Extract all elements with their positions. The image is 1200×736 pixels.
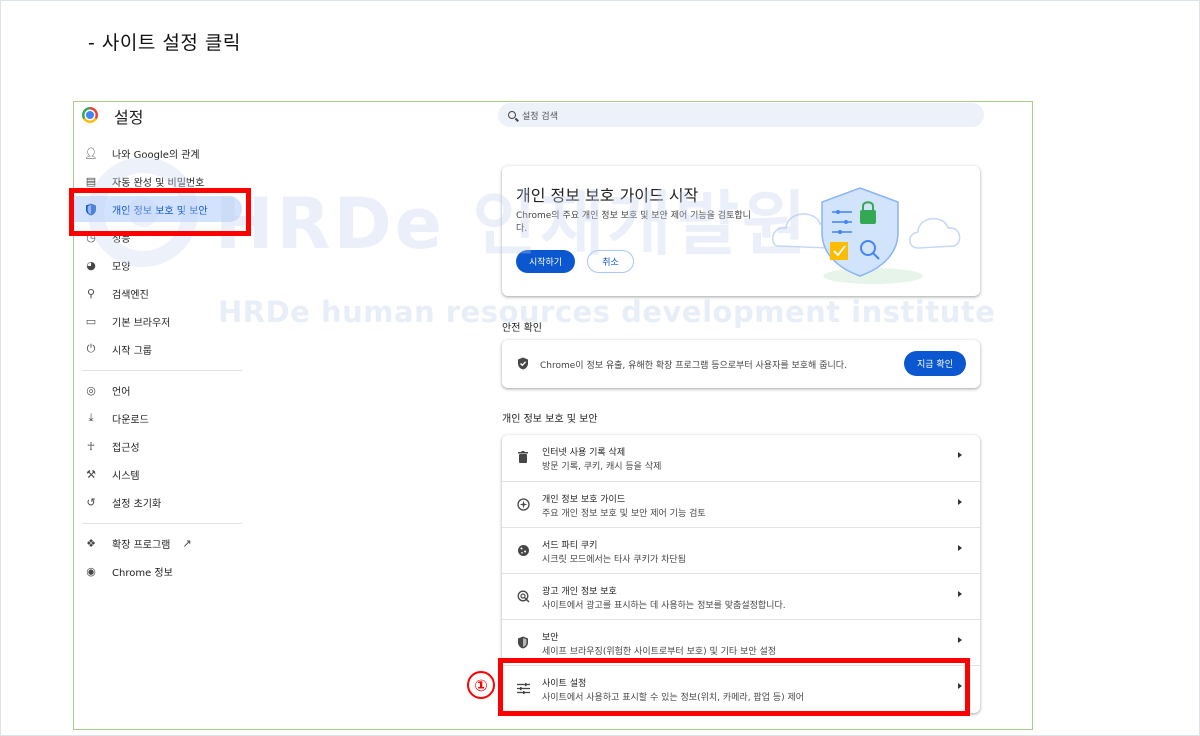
restore-icon: ↺	[86, 495, 96, 509]
row-title: 광고 개인 정보 보호	[542, 587, 617, 597]
highlight-privacy-nav	[69, 188, 251, 236]
row-subtitle: 사이트에서 광고를 표시하는 데 사용하는 정보를 맞춤설정합니다.	[542, 601, 786, 611]
compass-icon	[516, 497, 530, 511]
sidebar-item-label: 시작 그룹	[112, 345, 152, 357]
row-title: 인터넷 사용 기록 삭제	[542, 448, 626, 458]
sidebar-item-label: 다운로드	[112, 414, 149, 426]
cookie-icon	[516, 543, 530, 557]
browser-icon: ▭	[85, 314, 97, 328]
ad-privacy-icon	[516, 589, 530, 603]
sidebar-item-label: 검색엔진	[112, 289, 149, 301]
accessibility-icon: ☥	[86, 439, 96, 453]
chevron-right-icon	[958, 545, 962, 551]
row-title: 보안	[542, 633, 559, 643]
step-number-badge: ①	[467, 671, 495, 699]
sidebar-item-label: 언어	[112, 386, 131, 398]
highlight-site-settings	[498, 658, 970, 716]
privacy-row-guide[interactable]: 개인 정보 보호 가이드 주요 개인 정보 보호 및 보안 제어 기능 검토	[502, 481, 980, 527]
sidebar-item-accessibility[interactable]: ☥ 접근성	[74, 433, 242, 459]
page-title: 설정	[114, 108, 144, 127]
search-placeholder: 설정 검색	[522, 111, 558, 122]
wrench-icon: ⚒	[86, 467, 96, 481]
globe-icon: ◎	[86, 383, 96, 397]
sidebar-item-system[interactable]: ⚒ 시스템	[74, 461, 242, 487]
puzzle-icon: ❖	[86, 536, 96, 550]
shield-check-icon	[517, 357, 529, 373]
sidebar-item-default-browser[interactable]: ▭ 기본 브라우저	[74, 308, 242, 334]
chrome-icon: ◉	[86, 564, 96, 578]
watermark-sub: HRDe human resources development institu…	[218, 295, 996, 329]
sidebar-item-label: 접근성	[112, 442, 140, 454]
power-icon: ⏻	[86, 342, 96, 355]
row-subtitle: 주요 개인 정보 보호 및 보안 제어 기능 검토	[542, 509, 706, 519]
sidebar-item-label: 확장 프로그램	[112, 539, 171, 551]
download-icon: ⤓	[88, 411, 94, 424]
safety-check-text: Chrome이 정보 유출, 유해한 확장 프로그램 등으로부터 사용자를 보호…	[540, 361, 847, 371]
sidebar-item-downloads[interactable]: ⤓ 다운로드	[74, 405, 242, 431]
sidebar-item-label: 시스템	[112, 470, 140, 482]
privacy-row-clear-data[interactable]: 인터넷 사용 기록 삭제 방문 기록, 쿠키, 캐시 등을 삭제	[502, 435, 980, 481]
palette-icon: ◕	[86, 258, 96, 272]
privacy-row-third-party-cookies[interactable]: 서드 파티 쿠키 시크릿 모드에서는 타사 쿠키가 차단됨	[502, 527, 980, 573]
check-now-button[interactable]: 지금 확인	[904, 351, 966, 376]
sidebar-item-about[interactable]: ◉ Chrome 정보	[74, 558, 242, 584]
row-title: 서드 파티 쿠키	[542, 541, 598, 551]
watermark-main: HRDe 인재개발원	[215, 183, 810, 265]
sidebar-item-label: 기본 브라우저	[112, 317, 171, 329]
trash-icon	[516, 450, 530, 464]
sidebar-item-startup[interactable]: ⏻ 시작 그룹	[74, 336, 242, 362]
sidebar-divider	[82, 523, 242, 524]
chevron-right-icon	[958, 452, 962, 458]
sidebar-item-reset[interactable]: ↺ 설정 초기화	[74, 489, 242, 515]
sidebar-item-search-engine[interactable]: ⚲ 검색엔진	[74, 280, 242, 306]
search-icon	[508, 111, 516, 119]
doc-caption: - 사이트 설정 클릭	[88, 32, 241, 54]
row-subtitle: 시크릿 모드에서는 타사 쿠키가 차단됨	[542, 555, 686, 565]
external-link-icon: ↗	[182, 536, 192, 550]
sidebar-item-label: Chrome 정보	[112, 567, 173, 579]
search-icon: ⚲	[86, 286, 96, 300]
person-icon: 👤︎	[84, 146, 98, 160]
row-subtitle: 세이프 브라우징(위험한 사이트로부터 보호) 및 기타 보안 설정	[542, 647, 777, 657]
row-subtitle: 방문 기록, 쿠키, 캐시 등을 삭제	[542, 462, 662, 472]
privacy-row-ad-privacy[interactable]: 광고 개인 정보 보호 사이트에서 광고를 표시하는 데 사용하는 정보를 맞춤…	[502, 573, 980, 619]
sidebar-item-extensions[interactable]: ❖ 확장 프로그램 ↗	[74, 530, 242, 556]
safety-check-card: Chrome이 정보 유출, 유해한 확장 프로그램 등으로부터 사용자를 보호…	[502, 340, 980, 388]
chrome-logo-icon	[82, 107, 98, 123]
row-title: 개인 정보 보호 가이드	[542, 495, 626, 505]
search-input[interactable]: 설정 검색	[498, 103, 984, 127]
chevron-right-icon	[958, 591, 962, 597]
sidebar-item-languages[interactable]: ◎ 언어	[74, 377, 242, 403]
sidebar-divider	[82, 370, 242, 371]
sidebar-item-label: 설정 초기화	[112, 498, 162, 510]
shield-icon	[516, 635, 530, 649]
privacy-section-heading: 개인 정보 보호 및 보안	[502, 414, 598, 425]
chevron-right-icon	[958, 637, 962, 643]
chevron-right-icon	[958, 499, 962, 505]
